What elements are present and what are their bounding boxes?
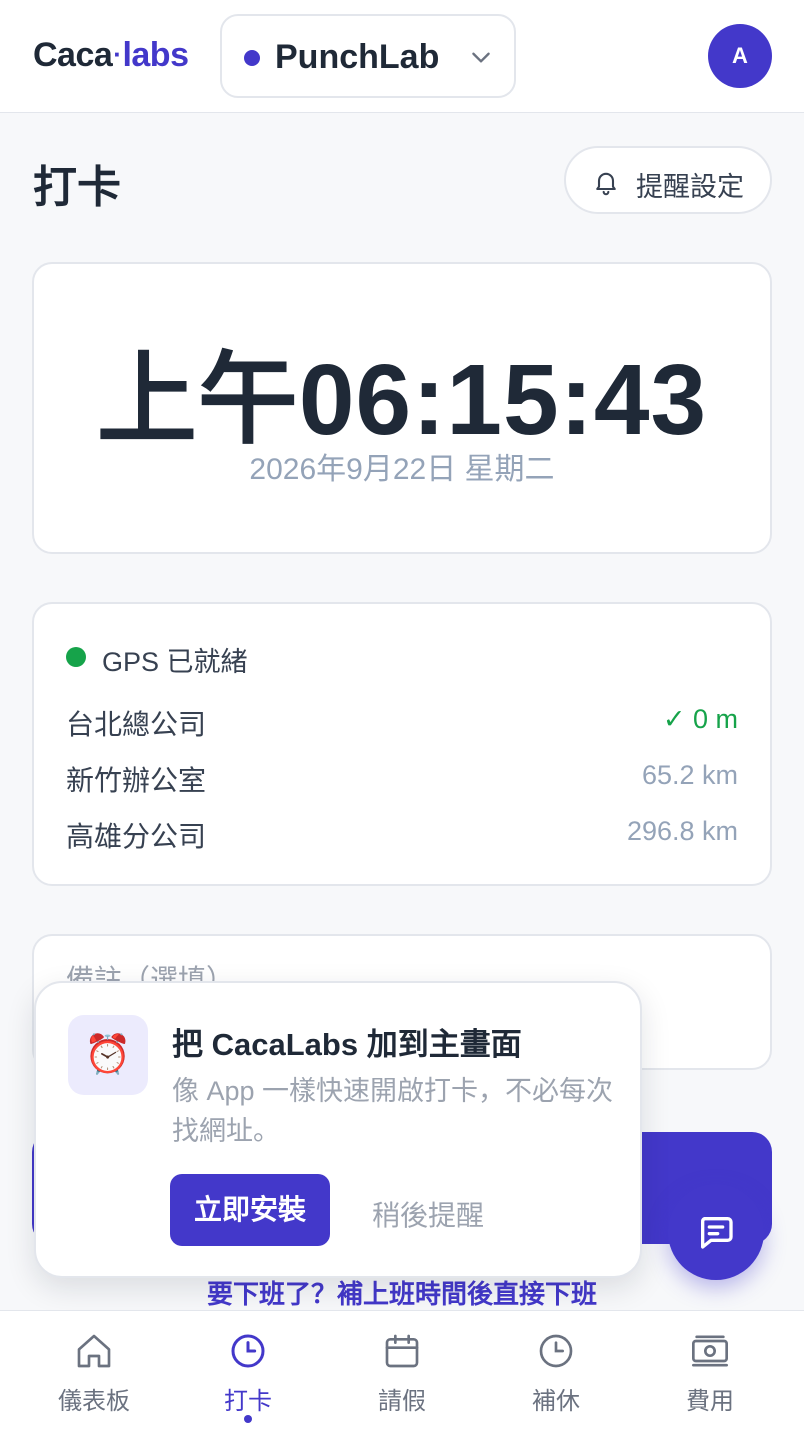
logo-dot: ·: [113, 39, 122, 69]
home-icon: [77, 1334, 111, 1368]
user-avatar[interactable]: A: [708, 24, 772, 88]
gps-status-text: GPS 已就緒: [102, 647, 248, 677]
reminder-settings-label: 提醒設定: [636, 172, 744, 202]
location-name: 新竹辦公室: [66, 765, 207, 796]
logo-text-caca: Caca: [33, 36, 113, 74]
nav-label: 費用: [686, 1388, 734, 1415]
clock-out-link[interactable]: 要下班了？補上班時間後直接下班: [0, 1274, 804, 1311]
install-prompt-description: 像 App 一樣快速開啟打卡，不必每次找網址。: [172, 1076, 614, 1146]
location-name: 高雄分公司: [66, 821, 207, 852]
nav-label: 補休: [532, 1388, 580, 1415]
install-prompt-title: 把 CacaLabs 加到主畫面: [172, 1027, 522, 1062]
calendar-icon: [385, 1334, 419, 1368]
nav-item-dashboard[interactable]: 儀表板: [34, 1311, 154, 1440]
alarm-clock-icon: ⏰: [68, 1015, 148, 1095]
nav-label: 請假: [378, 1388, 426, 1415]
nav-item-punch[interactable]: 打卡: [188, 1311, 308, 1440]
project-status-dot: [244, 50, 260, 66]
nav-item-expenses[interactable]: 費用: [650, 1311, 770, 1440]
nav-label: 打卡: [224, 1388, 272, 1415]
logo-text-labs: labs: [122, 36, 189, 74]
location-distance: ✓ 0 m: [662, 704, 738, 734]
gps-status-dot: [66, 647, 86, 667]
page-title: 打卡: [33, 163, 121, 212]
install-now-button[interactable]: 立即安裝: [170, 1174, 330, 1246]
location-distance: 296.8 km: [626, 816, 738, 846]
chat-fab-button[interactable]: [668, 1184, 764, 1280]
clock-icon: [231, 1334, 265, 1368]
cash-icon: [692, 1335, 728, 1367]
app-header: Caca·labs PunchLab A: [0, 0, 804, 113]
chat-icon: [700, 1217, 733, 1249]
nav-label: 儀表板: [58, 1388, 130, 1415]
app-logo[interactable]: Caca·labs: [33, 36, 189, 75]
location-name: 台北總公司: [66, 709, 207, 740]
project-selector[interactable]: PunchLab: [220, 14, 516, 98]
nav-item-leave[interactable]: 請假: [342, 1311, 462, 1440]
current-time: 上午06:15:43: [96, 344, 708, 456]
chevron-down-icon: [468, 44, 494, 75]
bell-icon: [592, 168, 620, 201]
remind-later-button[interactable]: 稍後提醒: [372, 1194, 484, 1234]
project-name: PunchLab: [275, 38, 440, 76]
current-date: 2026年9月22日 星期二: [249, 453, 555, 486]
install-prompt-card: ⏰ 把 CacaLabs 加到主畫面 像 App 一樣快速開啟打卡，不必每次找網…: [34, 981, 642, 1278]
active-indicator: [244, 1415, 252, 1423]
location-distance: 65.2 km: [641, 760, 738, 790]
clock-icon: [539, 1334, 573, 1368]
nav-item-comp-time[interactable]: 補休: [496, 1311, 616, 1440]
bottom-nav: 儀表板 打卡 請假 補休 費用: [0, 1310, 804, 1440]
reminder-settings-button[interactable]: 提醒設定: [564, 146, 772, 214]
